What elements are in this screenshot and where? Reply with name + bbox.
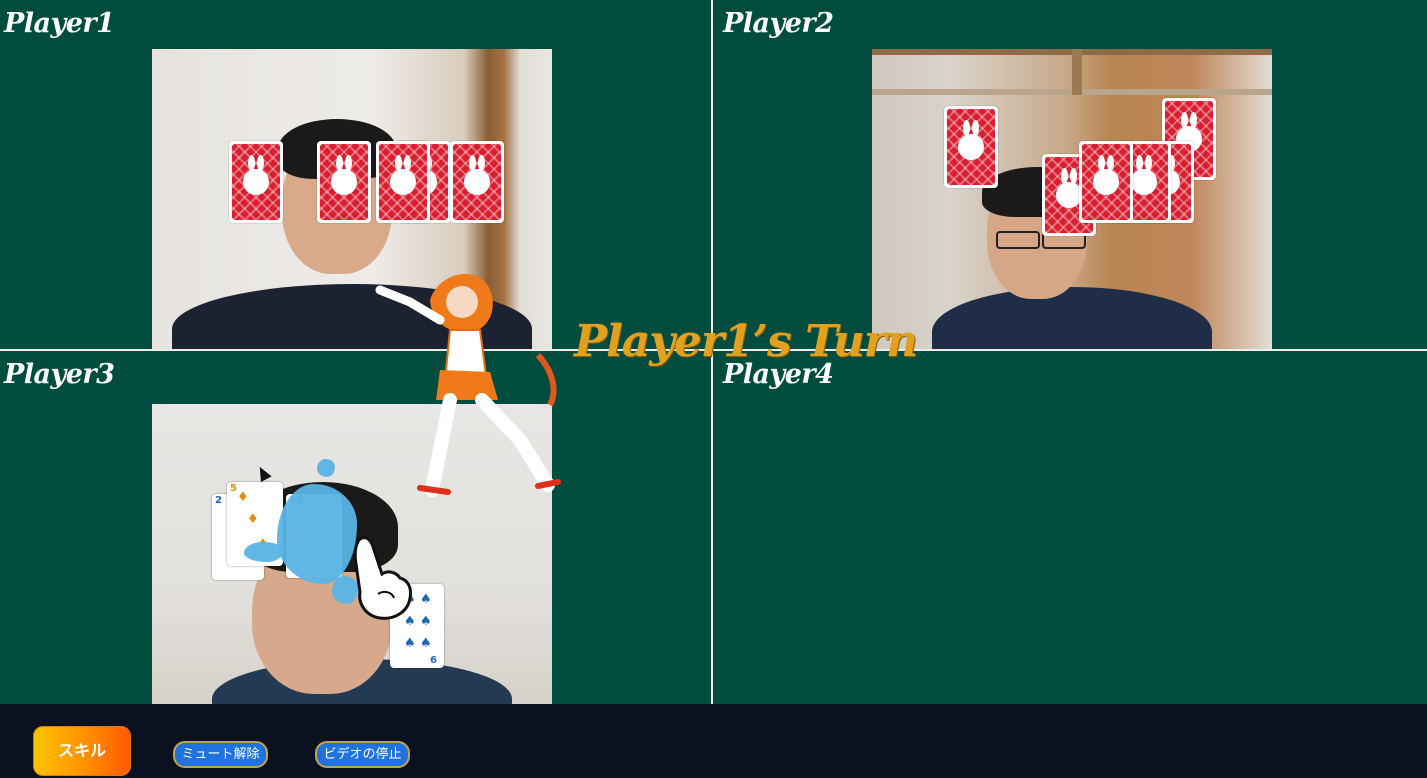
card-suit: ♦	[237, 490, 249, 505]
bunny-icon	[1093, 155, 1119, 195]
card-back	[376, 141, 430, 223]
card-rank: 5	[230, 483, 237, 494]
card-rank: 6	[430, 655, 437, 666]
card-back	[317, 141, 371, 223]
card-rank: 2	[215, 495, 222, 506]
pointing-hand-icon	[353, 536, 412, 620]
card-suit: ♠	[420, 614, 432, 629]
stop-video-button[interactable]: ビデオの停止	[315, 741, 410, 768]
card-back	[944, 106, 998, 188]
anime-character	[375, 273, 561, 497]
card-suit: ♠	[404, 636, 416, 651]
paint-splash	[277, 484, 357, 584]
bunny-icon	[464, 155, 490, 195]
paint-splash	[244, 542, 284, 562]
card-back	[1079, 141, 1133, 223]
card-suit: ♦	[247, 512, 259, 527]
card-suit: ♠	[420, 636, 432, 651]
bunny-icon	[331, 155, 357, 195]
card-back	[229, 141, 283, 223]
paint-splash	[317, 459, 335, 477]
player3-name: Player3	[4, 359, 115, 390]
card-suit: ♠	[420, 592, 432, 607]
player4-panel: Player4	[713, 351, 1427, 704]
player2-video	[872, 49, 1272, 349]
player1-name: Player1	[4, 8, 115, 39]
bunny-icon	[243, 155, 269, 195]
skill-button[interactable]: スキル	[33, 726, 131, 776]
player2-name: Player2	[723, 8, 834, 39]
card-back	[450, 141, 504, 223]
bunny-icon	[1131, 155, 1157, 195]
bunny-icon	[390, 155, 416, 195]
control-toolbar: スキル ミュート解除 ビデオの停止	[0, 704, 1427, 778]
unmute-button[interactable]: ミュート解除	[173, 741, 268, 768]
bunny-icon	[958, 120, 984, 160]
turn-banner: Player1’s Turn	[574, 316, 918, 367]
